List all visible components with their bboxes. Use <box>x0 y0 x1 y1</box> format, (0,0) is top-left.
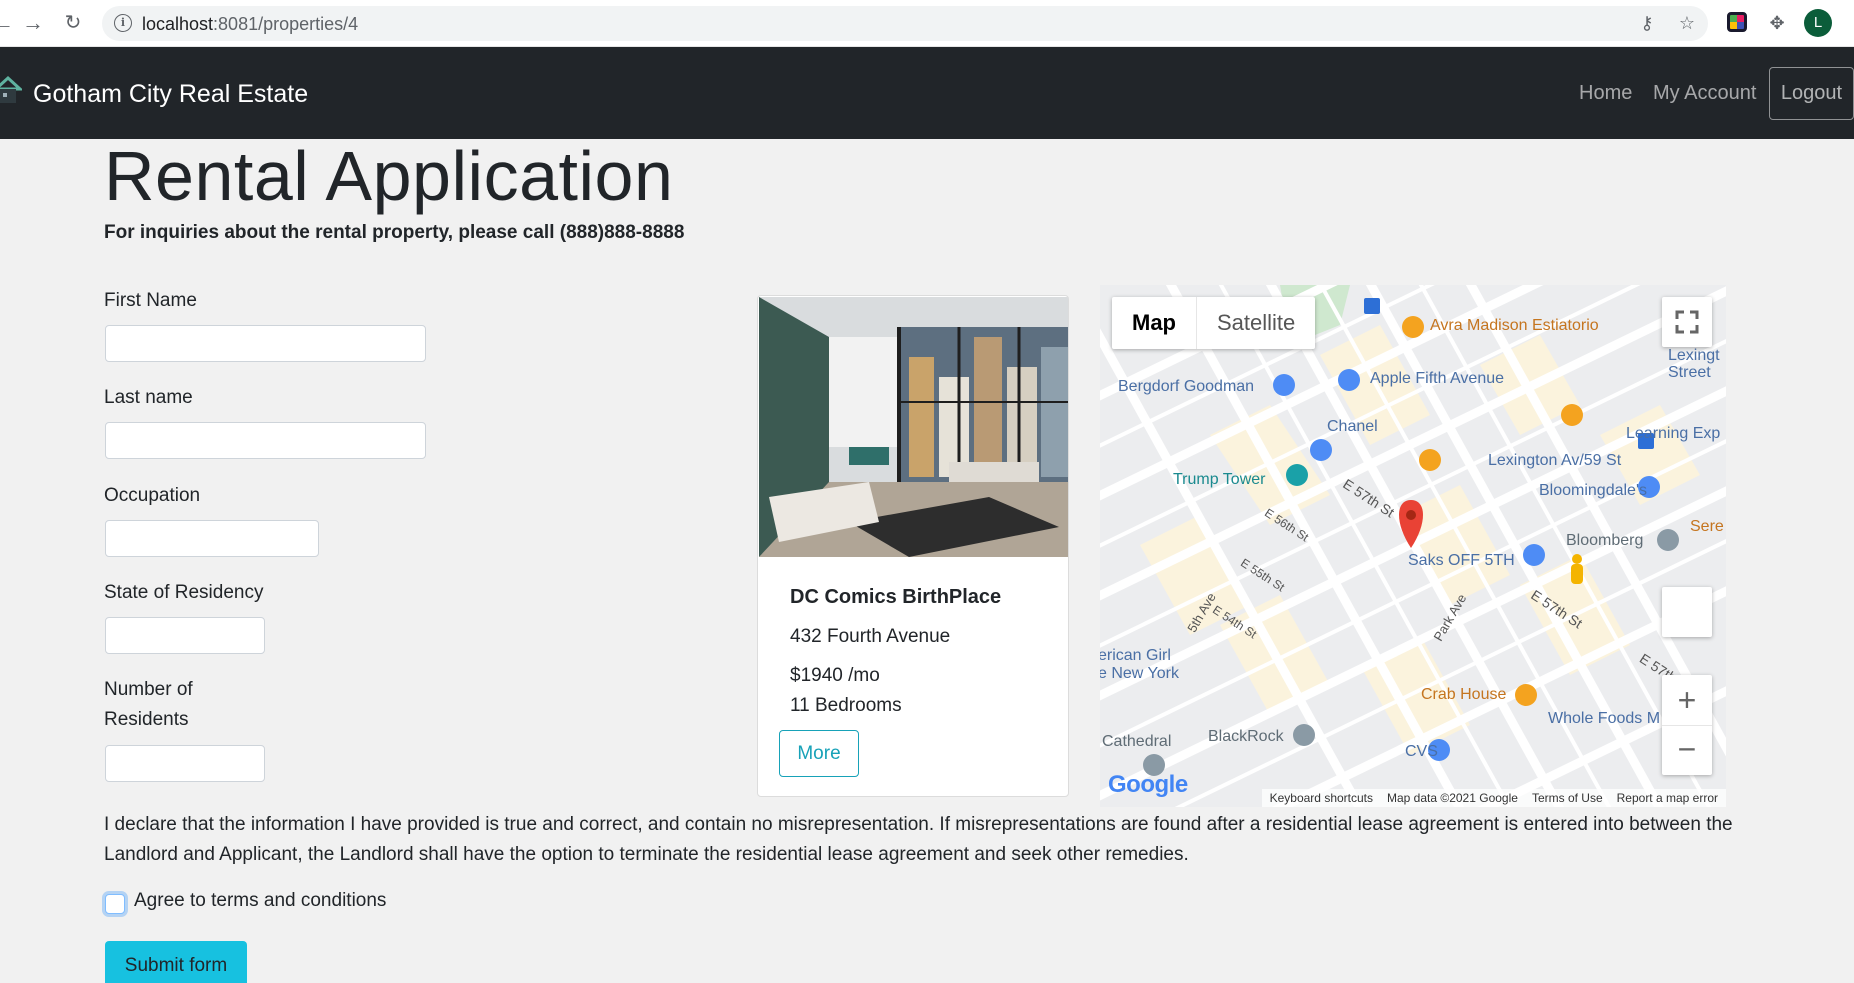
occupation-label: Occupation <box>104 485 201 506</box>
property-photo <box>759 297 1068 557</box>
zoom-out-button[interactable]: − <box>1662 725 1712 775</box>
map-poi[interactable]: CVS <box>1405 743 1438 761</box>
forward-icon[interactable]: → <box>22 12 44 34</box>
declaration-text: I declare that the information I have pr… <box>104 814 1733 865</box>
zoom-in-button[interactable]: + <box>1662 675 1712 725</box>
first-name-input[interactable] <box>105 325 426 362</box>
keyboard-shortcuts-link[interactable]: Keyboard shortcuts <box>1270 789 1373 807</box>
state-input[interactable] <box>105 617 265 654</box>
last-name-input[interactable] <box>105 422 426 459</box>
url-host: localhost <box>142 14 214 34</box>
property-bedrooms: 11 Bedrooms <box>790 695 902 716</box>
street-view-button[interactable] <box>1662 587 1712 637</box>
google-logo: Google <box>1108 771 1188 799</box>
last-name-label: Last name <box>104 387 193 408</box>
map-type-control: Map Satellite <box>1112 297 1316 349</box>
map-poi[interactable]: Bergdorf Goodman <box>1118 378 1254 396</box>
nav-my-account[interactable]: My Account <box>1653 82 1756 105</box>
zoom-control: + − <box>1662 675 1712 775</box>
back-icon[interactable]: ← <box>0 12 14 34</box>
property-address: 432 Fourth Avenue <box>790 626 951 647</box>
agree-checkbox[interactable] <box>105 894 125 914</box>
map-poi[interactable]: e New York <box>1100 665 1179 683</box>
map-poi[interactable]: Sere <box>1690 518 1724 536</box>
url-path: :8081/properties/4 <box>213 14 359 34</box>
browser-toolbar: ← → ↻ i localhost:8081/properties/4 ⚷ ☆ … <box>0 0 1854 47</box>
map-poi[interactable]: Lexingt Street <box>1668 347 1726 381</box>
info-icon[interactable]: i <box>114 14 132 32</box>
fullscreen-button[interactable] <box>1662 297 1712 347</box>
property-price: $1940 /mo <box>790 665 880 686</box>
site-navbar: Gotham City Real Estate Home My Account … <box>0 47 1854 139</box>
map-type-map[interactable]: Map <box>1112 297 1197 349</box>
url-text[interactable]: localhost:8081/properties/4 <box>142 14 358 35</box>
residents-label-line1: Number of <box>104 679 193 700</box>
extension-icon[interactable] <box>1727 12 1747 32</box>
map-poi[interactable]: Whole Foods M <box>1548 710 1660 728</box>
map-poi[interactable]: Bloomingdale's <box>1539 482 1647 500</box>
profile-avatar[interactable]: L <box>1804 9 1832 37</box>
residents-input[interactable] <box>105 745 265 782</box>
map-poi[interactable]: Saks OFF 5TH <box>1408 552 1515 570</box>
map-poi[interactable]: erican Girl <box>1100 647 1171 665</box>
nav-home[interactable]: Home <box>1579 82 1632 105</box>
puzzle-icon[interactable]: ✥ <box>1766 12 1788 34</box>
map-poi[interactable]: Learning Exp <box>1626 425 1720 443</box>
reload-icon[interactable]: ↻ <box>62 12 84 34</box>
agree-label[interactable]: Agree to terms and conditions <box>134 890 386 912</box>
logout-button[interactable]: Logout <box>1769 67 1854 120</box>
map-poi[interactable]: Cathedral <box>1102 733 1171 751</box>
map-poi[interactable]: Lexington Av/59 St <box>1488 452 1621 470</box>
terms-link[interactable]: Terms of Use <box>1532 789 1603 807</box>
key-icon[interactable]: ⚷ <box>1636 12 1658 34</box>
house-icon[interactable] <box>0 75 22 107</box>
first-name-label: First Name <box>104 290 197 311</box>
state-label: State of Residency <box>104 582 264 603</box>
property-name: DC Comics BirthPlace <box>790 586 1002 608</box>
map-footer: Keyboard shortcuts Map data ©2021 Google… <box>1261 789 1726 807</box>
map-poi[interactable]: Chanel <box>1327 418 1378 436</box>
page-title: Rental Application <box>104 137 674 215</box>
property-card: DC Comics BirthPlace 432 Fourth Avenue $… <box>757 295 1069 797</box>
map-poi[interactable]: Trump Tower <box>1173 471 1265 489</box>
page-subtitle: For inquiries about the rental property,… <box>104 222 685 243</box>
residents-label-line2: Residents <box>104 709 189 730</box>
fullscreen-icon <box>1675 310 1699 334</box>
map-poi[interactable]: Crab House <box>1421 686 1506 704</box>
address-bar[interactable]: i localhost:8081/properties/4 <box>102 6 1708 41</box>
property-map[interactable]: Avra Madison Estiatorio Bergdorf Goodman… <box>1100 285 1726 807</box>
map-type-satellite[interactable]: Satellite <box>1197 297 1315 349</box>
map-poi[interactable]: Apple Fifth Avenue <box>1370 370 1504 388</box>
occupation-input[interactable] <box>105 520 319 557</box>
map-poi[interactable]: Bloomberg <box>1566 532 1643 550</box>
submit-button[interactable]: Submit form <box>105 941 247 983</box>
report-error-link[interactable]: Report a map error <box>1617 789 1718 807</box>
map-data-text: Map data ©2021 Google <box>1387 791 1518 805</box>
map-poi[interactable]: BlackRock <box>1208 728 1284 746</box>
brand-name[interactable]: Gotham City Real Estate <box>33 80 308 109</box>
star-icon[interactable]: ☆ <box>1676 12 1698 34</box>
map-poi[interactable]: Avra Madison Estiatorio <box>1430 317 1599 335</box>
more-button[interactable]: More <box>779 730 859 777</box>
google-logo-text: Google <box>1108 771 1188 798</box>
